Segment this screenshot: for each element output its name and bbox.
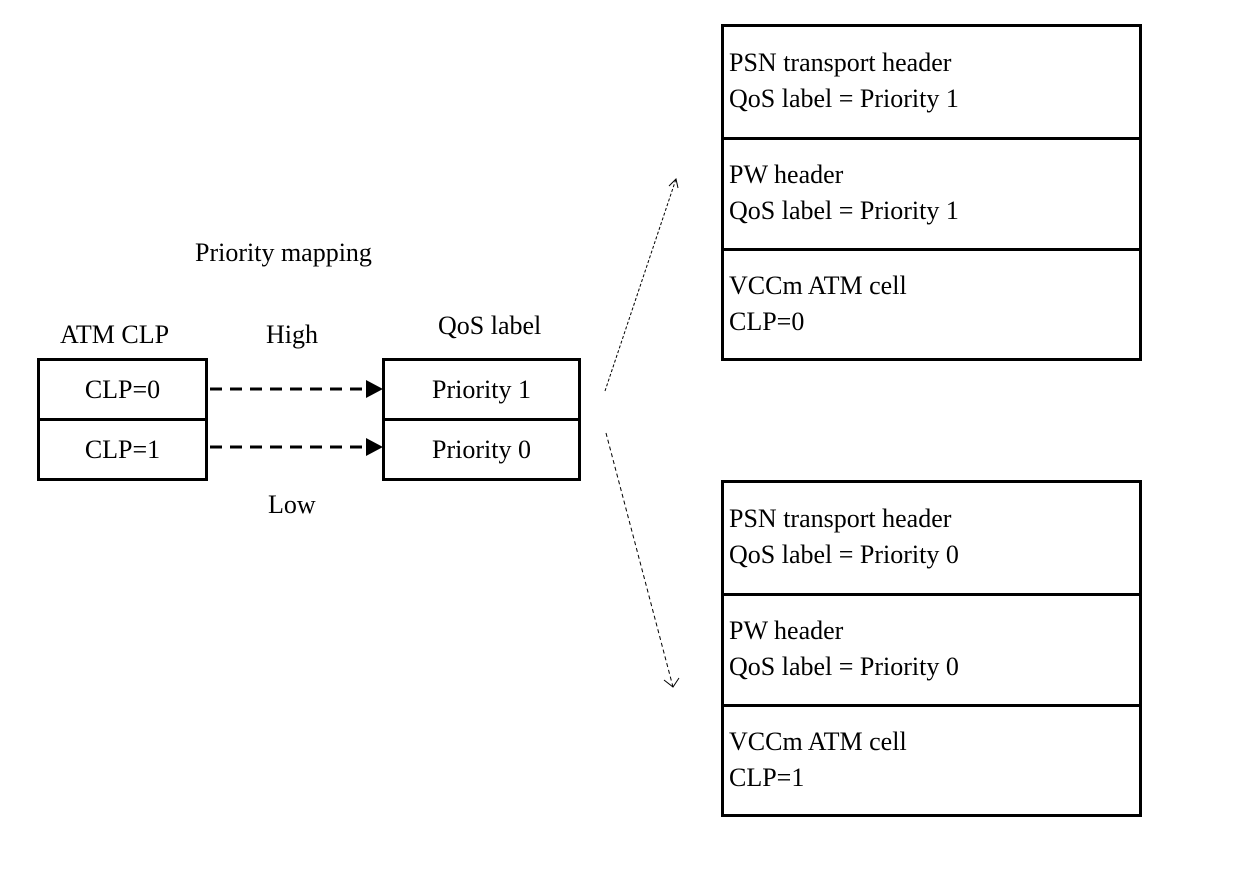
arrowhead-icon [366,438,383,456]
mapping-arrow-high [210,380,383,398]
encapsulation-arrow-priority1 [604,178,679,392]
mapping-arrow-low [210,438,383,456]
arrowhead-icon [663,677,680,688]
connector-layer [210,178,680,688]
arrowhead-icon [366,380,383,398]
encapsulation-arrow-priority0 [605,432,680,688]
